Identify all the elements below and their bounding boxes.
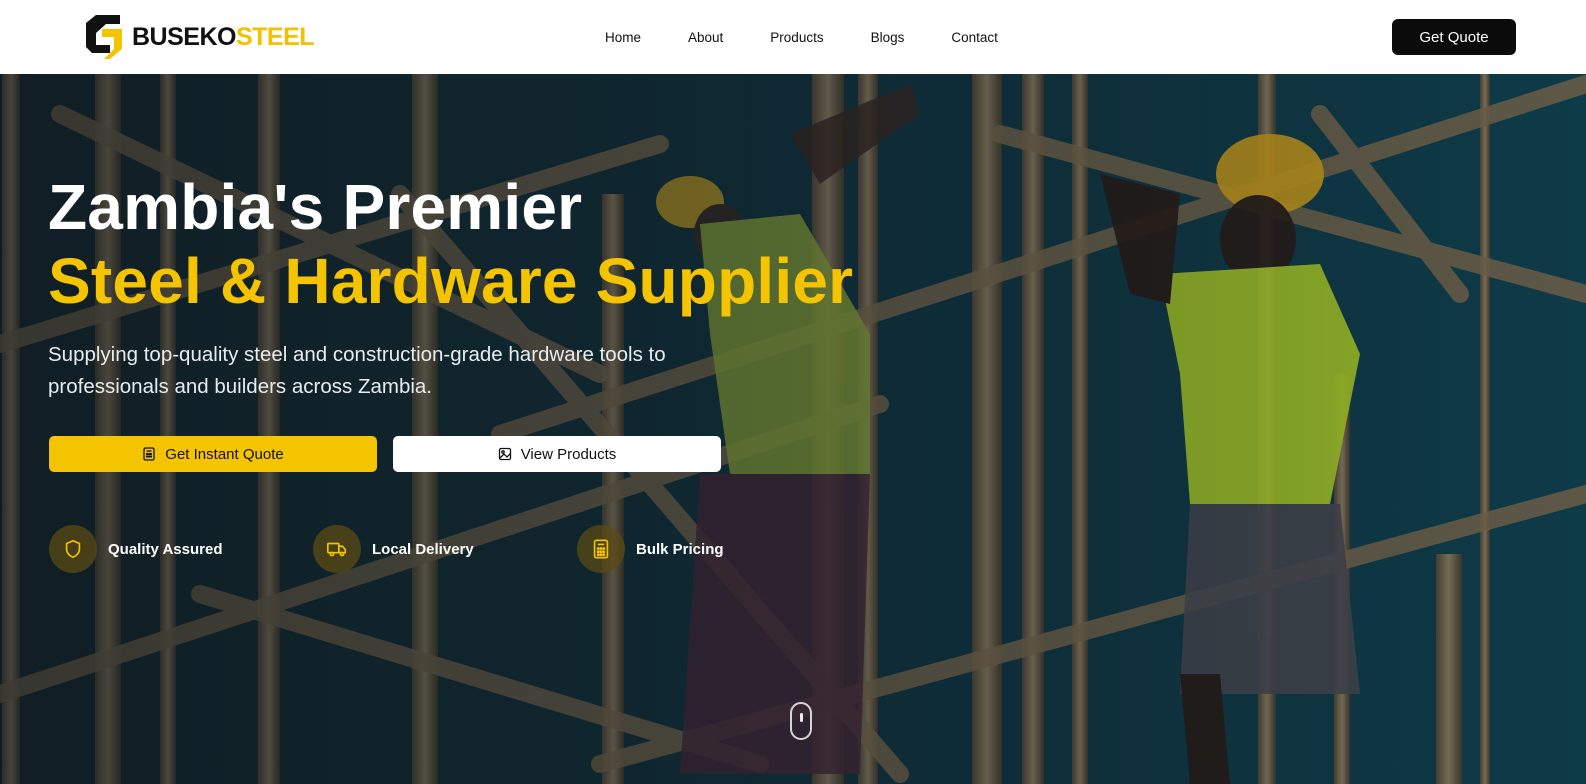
hero-title-line2: Steel & Hardware Supplier [48,245,854,317]
scroll-down-indicator[interactable] [790,702,812,740]
image-icon [498,447,511,461]
hero-title: Zambia's Premier Steel & Hardware Suppli… [48,170,853,318]
nav-home-link[interactable]: Home [605,30,641,45]
nav-about-link[interactable]: About [688,30,723,45]
feature-bulk-pricing: Bulk Pricing [577,525,724,573]
shield-icon [65,539,81,559]
calculator-icon [593,539,609,559]
main-nav: Home About Products Blogs Contact [605,0,998,74]
hero-section: Zambia's Premier Steel & Hardware Suppli… [0,74,1586,784]
get-instant-quote-label: Get Instant Quote [165,445,284,463]
get-instant-quote-button[interactable]: Get Instant Quote [49,436,377,472]
feature-local-delivery: Local Delivery [313,525,474,573]
get-quote-button[interactable]: Get Quote [1392,19,1516,55]
view-products-button[interactable]: View Products [393,436,721,472]
feature-label: Quality Assured [108,540,223,558]
nav-products-link[interactable]: Products [770,30,823,45]
feature-icon-badge [577,525,625,573]
brand-logo-mark [86,15,122,59]
view-products-label: View Products [520,445,617,463]
navbar: BUSEKOSTEEL Home About Products Blogs Co… [0,0,1586,74]
hero-subtitle: Supplying top-quality steel and construc… [48,343,666,398]
hero-title-line1: Zambia's Premier [48,171,583,243]
nav-blogs-link[interactable]: Blogs [871,30,905,45]
truck-icon [327,542,347,557]
nav-contact-link[interactable]: Contact [951,30,998,45]
feature-label: Bulk Pricing [636,540,724,558]
feature-icon-badge [49,525,97,573]
scroll-indicator-dot [800,713,803,722]
feature-quality-assured: Quality Assured [49,525,222,573]
brand-logo[interactable]: BUSEKOSTEEL [84,15,315,59]
feature-label: Local Delivery [372,540,474,558]
calculator-icon [143,447,155,461]
feature-icon-badge [313,525,361,573]
brand-name: BUSEKOSTEEL [132,22,315,51]
